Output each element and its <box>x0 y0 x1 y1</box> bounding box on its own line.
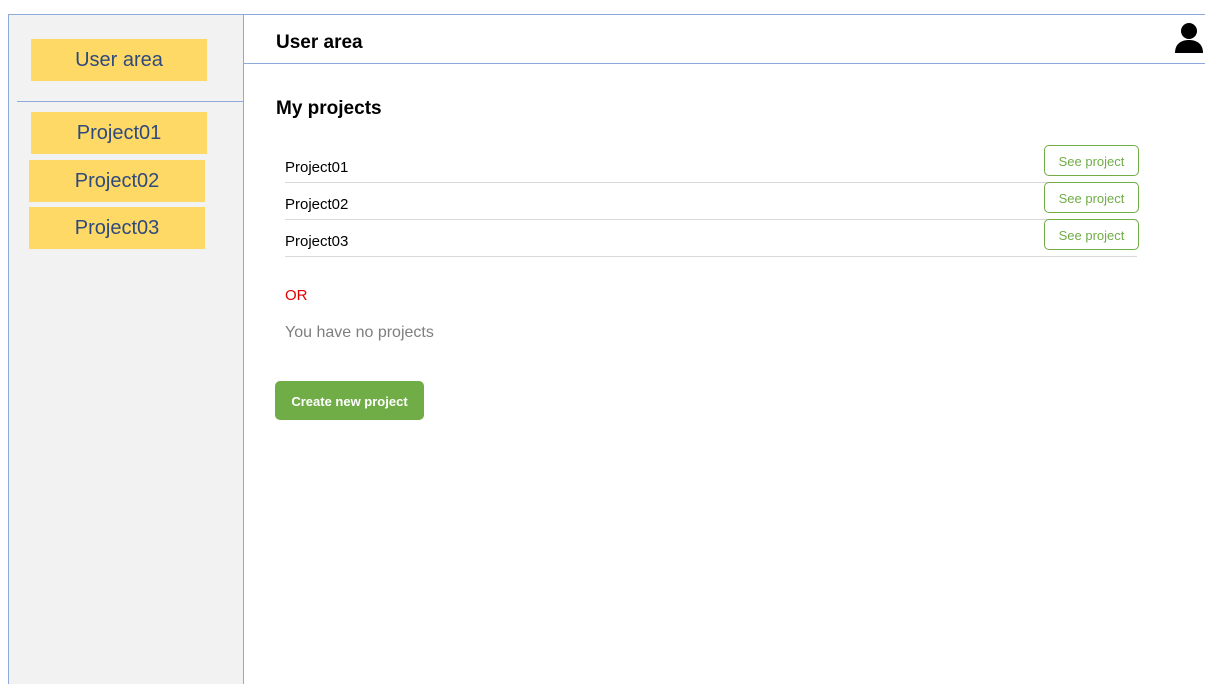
see-project-button[interactable]: See project <box>1044 182 1139 213</box>
project-row: Project03 See project <box>285 219 1139 257</box>
sidebar: User area Project01 Project02 Project03 <box>8 14 244 684</box>
project-name: Project01 <box>285 159 349 176</box>
top-border <box>244 14 1205 15</box>
project-row: Project02 See project <box>285 182 1139 220</box>
page-title: User area <box>276 32 363 53</box>
see-project-button[interactable]: See project <box>1044 219 1139 250</box>
section-title-my-projects: My projects <box>276 98 382 119</box>
create-new-project-button[interactable]: Create new project <box>275 381 424 420</box>
sidebar-divider <box>17 101 243 102</box>
sidebar-item-project01[interactable]: Project01 <box>31 112 207 154</box>
project-row: Project01 See project <box>285 145 1139 183</box>
sidebar-item-project02[interactable]: Project02 <box>29 160 205 202</box>
sidebar-user-area-button[interactable]: User area <box>31 39 207 81</box>
user-icon[interactable] <box>1174 22 1204 54</box>
see-project-button[interactable]: See project <box>1044 145 1139 176</box>
app-root: User area Project01 Project02 Project03 … <box>0 0 1205 684</box>
project-name: Project03 <box>285 233 349 250</box>
header-divider <box>244 63 1205 64</box>
sidebar-item-project03[interactable]: Project03 <box>29 207 205 249</box>
or-label: OR <box>285 287 308 304</box>
project-name: Project02 <box>285 196 349 213</box>
empty-state-message: You have no projects <box>285 324 434 341</box>
